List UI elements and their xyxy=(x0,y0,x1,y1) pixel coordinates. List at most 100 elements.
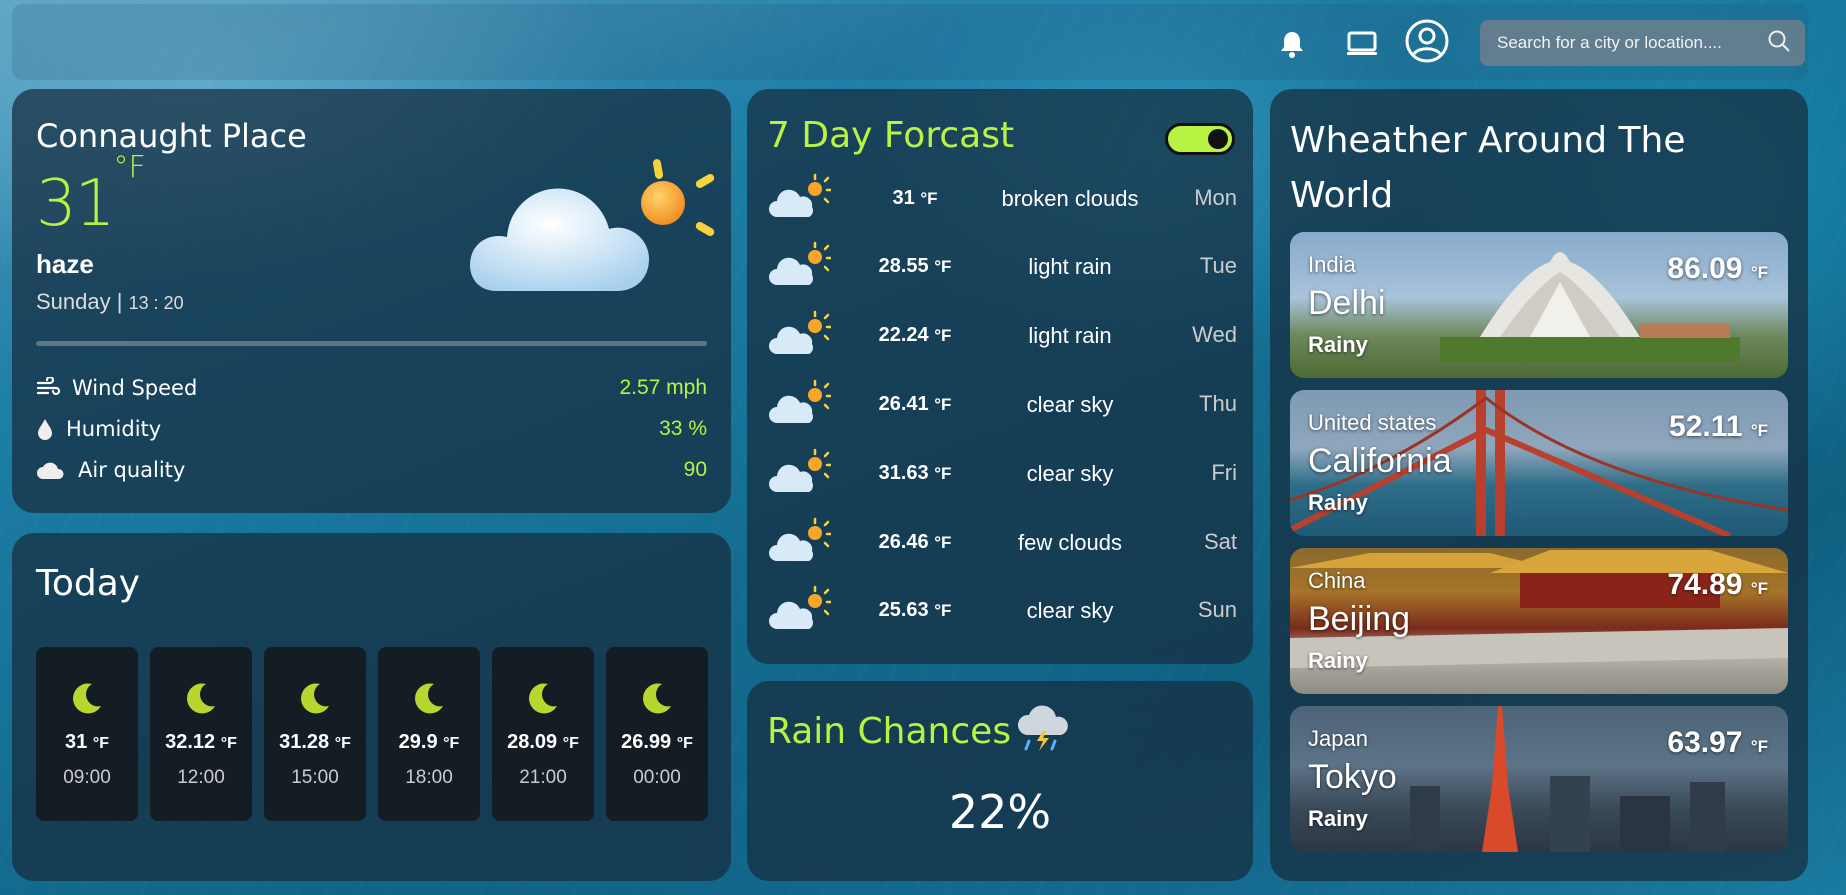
moon-icon xyxy=(298,681,332,720)
sun-cloud-icon xyxy=(467,151,717,305)
forecast-row: 31 °F broken clouds Mon xyxy=(767,169,1237,229)
city-name: California xyxy=(1308,442,1452,480)
search-input[interactable] xyxy=(1497,33,1767,53)
moon-icon xyxy=(526,681,560,720)
city-card-delhi[interactable]: India Delhi Rainy 86.09 °F xyxy=(1290,232,1788,378)
city-country: India xyxy=(1308,252,1356,277)
city-condition: Rainy xyxy=(1308,806,1368,831)
forecast-description: light rain xyxy=(1028,254,1112,279)
droplet-icon xyxy=(38,419,52,440)
current-temperature: 31°F xyxy=(36,149,146,241)
hourly-forecast-item: 31 °F 09:00 xyxy=(36,647,138,821)
city-temperature: 86.09 °F xyxy=(1667,252,1768,285)
sun-cloud-icon xyxy=(767,173,833,226)
hourly-temp: 32.12 °F xyxy=(165,731,237,753)
thunderstorm-icon xyxy=(1015,701,1075,761)
forecast-description: clear sky xyxy=(1026,461,1114,486)
air-quality-value: 90 xyxy=(683,458,707,481)
forecast-day: Tue xyxy=(1199,253,1237,278)
city-country: United states xyxy=(1308,410,1437,435)
moon-icon xyxy=(640,681,674,720)
city-temperature: 74.89 °F xyxy=(1667,568,1768,601)
forecast-temp: 25.63 °F xyxy=(878,599,952,621)
top-bar xyxy=(12,4,1808,80)
current-city: Connaught Place xyxy=(36,117,307,155)
forecast-description: clear sky xyxy=(1026,598,1114,623)
city-temperature: 52.11 °F xyxy=(1669,410,1768,443)
wind-icon xyxy=(36,377,60,396)
sun-cloud-icon xyxy=(767,379,833,432)
forecast-temp: 31.63 °F xyxy=(878,462,952,484)
bell-icon[interactable] xyxy=(1272,24,1312,64)
humidity-label: Humidity xyxy=(66,417,162,441)
hourly-time: 21:00 xyxy=(519,767,567,788)
city-condition: Rainy xyxy=(1308,648,1368,673)
forecast-temp: 28.55 °F xyxy=(878,255,952,277)
forecast-description: clear sky xyxy=(1026,392,1114,417)
hourly-temp: 31.28 °F xyxy=(279,731,351,753)
air-quality-row: Air quality 90 xyxy=(36,455,707,485)
city-name: Delhi xyxy=(1308,284,1386,322)
hourly-temp: 31 °F xyxy=(65,731,109,753)
search-box[interactable] xyxy=(1480,20,1805,66)
hourly-forecast-item: 29.9 °F 18:00 xyxy=(378,647,480,821)
hourly-time: 18:00 xyxy=(405,767,453,788)
forecast-day: Fri xyxy=(1211,460,1237,485)
forecast-day: Thu xyxy=(1199,391,1237,416)
user-circle-icon[interactable] xyxy=(1404,18,1450,64)
city-condition: Rainy xyxy=(1308,332,1368,357)
city-card-tokyo[interactable]: Japan Tokyo Rainy 63.97 °F xyxy=(1290,706,1788,852)
hourly-time: 12:00 xyxy=(177,767,225,788)
moon-icon xyxy=(412,681,446,720)
hourly-forecast-item: 28.09 °F 21:00 xyxy=(492,647,594,821)
city-card-california[interactable]: United states California Rainy 52.11 °F xyxy=(1290,390,1788,536)
search-icon[interactable] xyxy=(1767,29,1791,57)
current-datetime: Sunday | 13 : 20 xyxy=(36,289,184,314)
hourly-temp: 26.99 °F xyxy=(621,731,693,753)
world-weather-card: Wheather Around The World India Delhi Ra… xyxy=(1270,89,1808,881)
unit-toggle[interactable] xyxy=(1165,123,1235,155)
forecast-day: Sun xyxy=(1197,597,1237,622)
hourly-time: 09:00 xyxy=(63,767,111,788)
hourly-temp: 29.9 °F xyxy=(398,731,460,753)
rain-title: Rain Chances xyxy=(767,711,1012,752)
divider xyxy=(36,341,707,346)
forecast-day: Wed xyxy=(1192,322,1237,347)
city-card-beijing[interactable]: China Beijing Rainy 74.89 °F xyxy=(1290,548,1788,694)
forecast-day: Sat xyxy=(1203,529,1237,554)
wind-speed-value: 2.57 mph xyxy=(619,376,707,399)
monitor-icon[interactable] xyxy=(1342,24,1382,64)
forecast-row: 31.63 °F clear sky Fri xyxy=(767,444,1237,504)
city-country: China xyxy=(1308,568,1366,593)
hourly-temp: 28.09 °F xyxy=(507,731,579,753)
sun-cloud-icon xyxy=(767,448,833,501)
forecast-row: 28.55 °F light rain Tue xyxy=(767,237,1237,297)
sun-cloud-icon xyxy=(767,585,833,638)
today-card: Today 31 °F 09:00 32.12 °F 12:00 31.28 °F 15:… xyxy=(12,533,731,881)
cloud-icon xyxy=(37,462,64,479)
forecast-row: 25.63 °F clear sky Sun xyxy=(767,581,1237,641)
current-weather-card: Connaught Place 31°F haze Sunday | 13 : … xyxy=(12,89,731,513)
humidity-row: Humidity 33 % xyxy=(36,414,707,444)
hourly-forecast-item: 31.28 °F 15:00 xyxy=(264,647,366,821)
current-condition: haze xyxy=(36,249,94,279)
forecast-row: 26.41 °F clear sky Thu xyxy=(767,375,1237,435)
sun-cloud-icon xyxy=(767,310,833,363)
forecast-description: light rain xyxy=(1028,323,1112,348)
forecast-title: 7 Day Forcast xyxy=(767,115,1015,156)
today-title: Today xyxy=(36,563,141,604)
sun-cloud-icon xyxy=(767,517,833,570)
moon-icon xyxy=(184,681,218,720)
city-name: Tokyo xyxy=(1308,758,1397,796)
forecast-card: 7 Day Forcast 31 °F broken clouds Mon 28.55… xyxy=(747,89,1253,664)
wind-speed-row: Wind Speed 2.57 mph xyxy=(36,373,707,403)
rain-chance-value: 22% xyxy=(948,785,1052,839)
moon-icon xyxy=(70,681,104,720)
city-name: Beijing xyxy=(1308,600,1411,638)
forecast-description: broken clouds xyxy=(1001,186,1139,211)
forecast-temp: 26.41 °F xyxy=(878,393,952,415)
rain-chances-card: Rain Chances 22% xyxy=(747,681,1253,881)
hourly-time: 00:00 xyxy=(633,767,681,788)
forecast-day: Mon xyxy=(1194,185,1237,210)
city-country: Japan xyxy=(1308,726,1368,751)
